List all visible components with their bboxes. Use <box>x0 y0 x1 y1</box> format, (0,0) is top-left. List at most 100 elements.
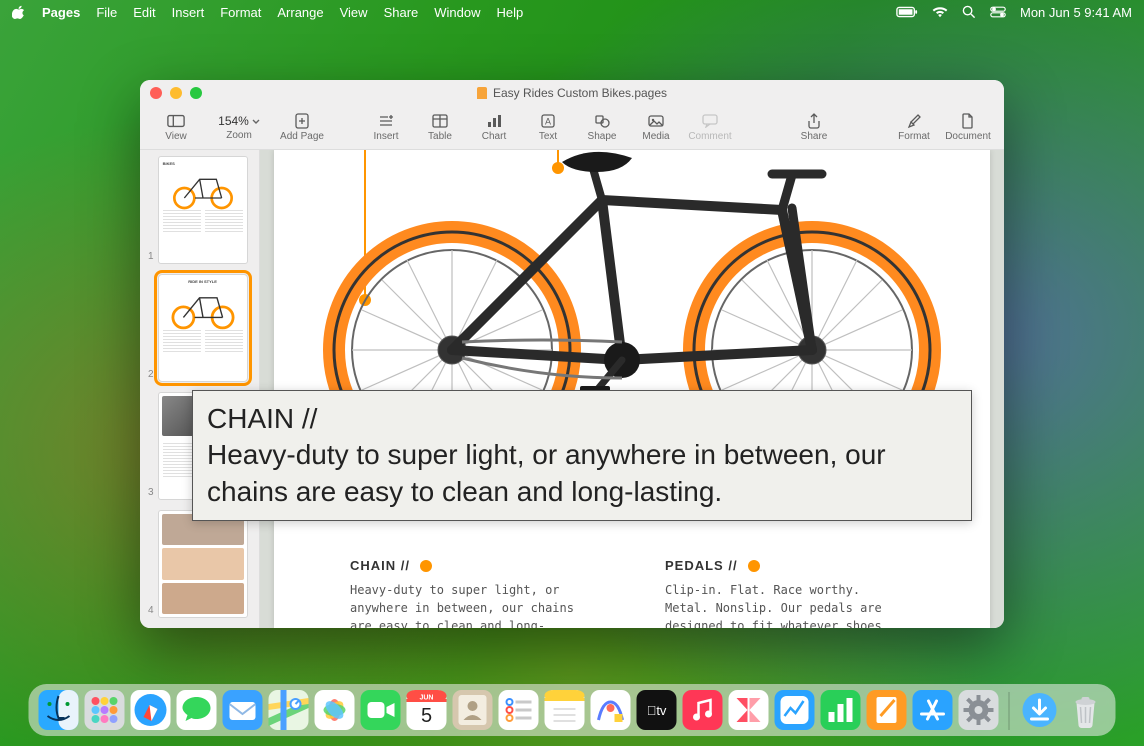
svg-text:A: A <box>545 117 551 127</box>
menubar-item-arrange[interactable]: Arrange <box>277 5 323 20</box>
paintbrush-icon <box>907 113 921 129</box>
dock-finder-icon[interactable] <box>39 690 79 730</box>
dock-tv-icon[interactable]: tv <box>637 690 677 730</box>
section-heading-chain: CHAIN // <box>350 558 410 573</box>
toolbar-insert-button[interactable]: Insert <box>360 108 412 148</box>
dock-appstore-icon[interactable] <box>913 690 953 730</box>
hover-text-body: Heavy-duty to super light, or anywhere i… <box>207 437 957 510</box>
toolbar-document-button[interactable]: Document <box>942 108 994 148</box>
dock-photos-icon[interactable] <box>315 690 355 730</box>
section-body-chain[interactable]: Heavy-duty to super light, or anywhere i… <box>350 581 590 628</box>
window-titlebar: Easy Rides Custom Bikes.pages <box>140 80 1004 106</box>
window-close-button[interactable] <box>150 87 162 99</box>
document-canvas[interactable]: CHAIN // Heavy-duty to super light, or a… <box>260 150 1004 628</box>
toolbar-add-page-button[interactable]: Add Page <box>276 108 328 148</box>
callout-dot <box>420 560 432 572</box>
bicycle-image <box>274 150 990 430</box>
toolbar-view-button[interactable]: View <box>150 108 202 148</box>
section-heading-pedals: PEDALS // <box>665 558 738 573</box>
dock-trash-icon[interactable] <box>1066 690 1106 730</box>
menubar-item-window[interactable]: Window <box>434 5 480 20</box>
callout-dot <box>748 560 760 572</box>
dock-launchpad-icon[interactable] <box>85 690 125 730</box>
window-minimize-button[interactable] <box>170 87 182 99</box>
toolbar-media-button[interactable]: Media <box>630 108 682 148</box>
share-icon <box>807 113 821 129</box>
toolbar-share-button[interactable]: Share <box>788 108 840 148</box>
menubar-item-help[interactable]: Help <box>497 5 524 20</box>
text-icon: A <box>540 113 556 129</box>
toolbar-shape-button[interactable]: Shape <box>576 108 628 148</box>
column-pedals: PEDALS // Clip-in. Flat. Race worthy. Me… <box>665 558 930 628</box>
spotlight-icon[interactable] <box>962 5 976 19</box>
dock-contacts-icon[interactable] <box>453 690 493 730</box>
menubar-clock[interactable]: Mon Jun 5 9:41 AM <box>1020 5 1132 20</box>
dock: JUN 5 tv <box>29 684 1116 736</box>
window-zoom-button[interactable] <box>190 87 202 99</box>
page-thumbnail-2[interactable]: RIDE IN STYLE <box>158 274 248 382</box>
toolbar-zoom-dropdown[interactable]: 154% Zoom <box>204 108 274 148</box>
comment-icon <box>702 113 718 129</box>
toolbar-comment-button: Comment <box>684 108 736 148</box>
thumb-number: 4 <box>148 605 154 618</box>
menubar-item-insert[interactable]: Insert <box>172 5 205 20</box>
dock-safari-icon[interactable] <box>131 690 171 730</box>
page-thumbnails-sidebar: 1 BIKES 2 RIDE IN STYLE 3 <box>140 150 260 628</box>
toolbar-chart-button[interactable]: Chart <box>468 108 520 148</box>
toolbar-format-button[interactable]: Format <box>888 108 940 148</box>
page-text-columns: CHAIN // Heavy-duty to super light, or a… <box>350 558 930 628</box>
dock-reminders-icon[interactable] <box>499 690 539 730</box>
media-icon <box>648 113 664 129</box>
dock-news-icon[interactable] <box>729 690 769 730</box>
section-body-pedals[interactable]: Clip-in. Flat. Race worthy. Metal. Nonsl… <box>665 581 905 628</box>
column-chain: CHAIN // Heavy-duty to super light, or a… <box>350 558 615 628</box>
page-thumbnail-4[interactable] <box>158 510 248 618</box>
svg-text:JUN: JUN <box>419 695 433 702</box>
insert-icon <box>378 113 394 129</box>
menubar-item-view[interactable]: View <box>340 5 368 20</box>
dock-settings-icon[interactable] <box>959 690 999 730</box>
thumb-number: 3 <box>148 487 154 500</box>
toolbar: View 154% Zoom Add Page Insert Table <box>140 106 1004 150</box>
dock-numbers-icon[interactable] <box>821 690 861 730</box>
hover-text-title: CHAIN // <box>207 401 957 437</box>
dock-messages-icon[interactable] <box>177 690 217 730</box>
dock-maps-icon[interactable] <box>269 690 309 730</box>
wifi-icon[interactable] <box>932 6 948 18</box>
menubar-item-share[interactable]: Share <box>384 5 419 20</box>
sidebar-icon <box>167 113 185 129</box>
chevron-down-icon <box>252 119 260 124</box>
control-center-icon[interactable] <box>990 6 1006 18</box>
pages-window: Easy Rides Custom Bikes.pages View 154% … <box>140 80 1004 628</box>
page-thumbnail-1[interactable]: BIKES <box>158 156 248 264</box>
dock-facetime-icon[interactable] <box>361 690 401 730</box>
menubar-app-name[interactable]: Pages <box>42 5 80 20</box>
dock-notes-icon[interactable] <box>545 690 585 730</box>
window-title: Easy Rides Custom Bikes.pages <box>493 86 667 100</box>
menubar: Pages File Edit Insert Format Arrange Vi… <box>0 0 1144 24</box>
dock-pages-icon[interactable] <box>867 690 907 730</box>
shape-icon <box>594 113 610 129</box>
dock-downloads-icon[interactable] <box>1020 690 1060 730</box>
traffic-lights <box>150 87 202 99</box>
toolbar-text-button[interactable]: A Text <box>522 108 574 148</box>
thumb-number: 2 <box>148 369 154 382</box>
desktop: Pages File Edit Insert Format Arrange Vi… <box>0 0 1144 746</box>
battery-icon[interactable] <box>896 6 918 18</box>
hover-text-zoom-overlay: CHAIN // Heavy-duty to super light, or a… <box>192 390 972 521</box>
menubar-item-edit[interactable]: Edit <box>133 5 155 20</box>
dock-stocks-icon[interactable] <box>775 690 815 730</box>
dock-music-icon[interactable] <box>683 690 723 730</box>
svg-text:5: 5 <box>421 705 432 727</box>
table-icon <box>432 113 448 129</box>
dock-divider <box>1009 692 1010 730</box>
document-icon <box>477 87 487 99</box>
menubar-item-file[interactable]: File <box>96 5 117 20</box>
dock-calendar-icon[interactable]: JUN 5 <box>407 690 447 730</box>
dock-freeform-icon[interactable] <box>591 690 631 730</box>
dock-mail-icon[interactable] <box>223 690 263 730</box>
svg-text:tv: tv <box>647 703 667 718</box>
toolbar-table-button[interactable]: Table <box>414 108 466 148</box>
menubar-item-format[interactable]: Format <box>220 5 261 20</box>
apple-menu-icon[interactable] <box>12 5 26 19</box>
